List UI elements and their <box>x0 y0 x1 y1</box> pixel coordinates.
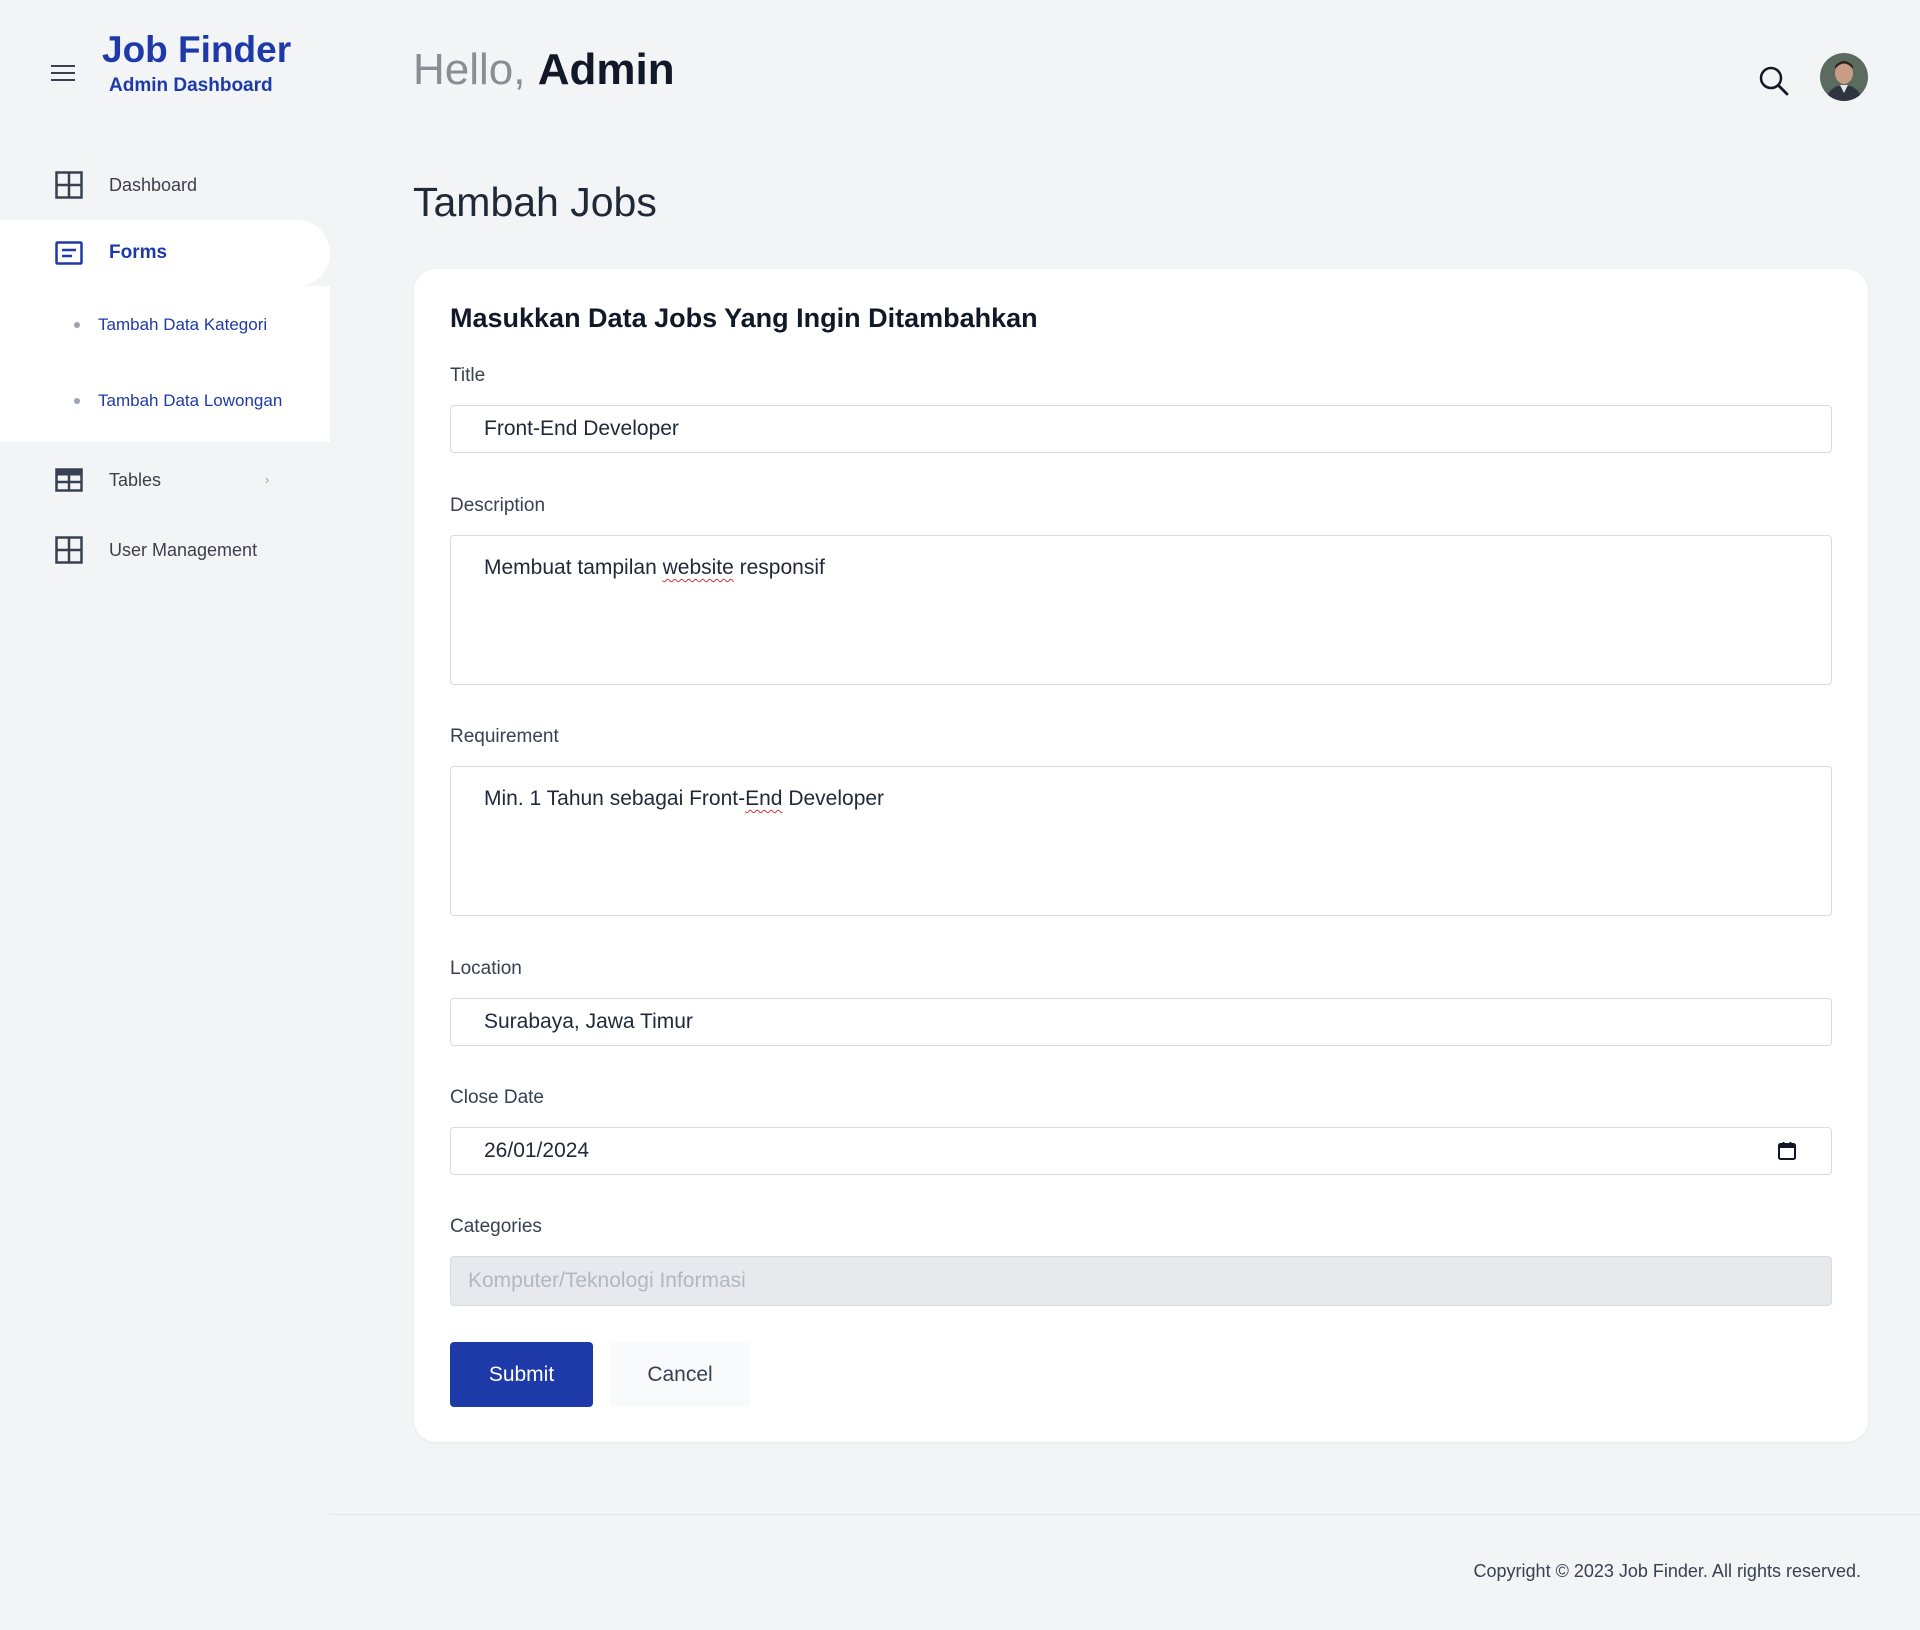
sidebar-subitem-tambah-data-lowongan[interactable]: Tambah Data Lowongan <box>0 366 330 436</box>
submit-button[interactable]: Submit <box>450 1342 593 1407</box>
categories-select: Komputer/Teknologi Informasi <box>450 1256 1832 1306</box>
requirement-text-part: Developer <box>782 787 885 810</box>
cancel-button[interactable]: Cancel <box>610 1342 750 1407</box>
sidebar-subitem-tambah-data-kategori[interactable]: Tambah Data Kategori <box>0 290 330 360</box>
form-icon <box>54 238 84 268</box>
avatar[interactable] <box>1820 53 1868 101</box>
sidebar-nav: Dashboard Forms Tambah Data Kategori Tam… <box>0 155 330 580</box>
grid-icon <box>54 535 84 565</box>
description-text-part: responsif <box>733 556 825 579</box>
sidebar-subitem-label: Tambah Data Kategori <box>98 315 268 334</box>
sidebar-item-label: Forms <box>109 242 168 263</box>
requirement-text-part: Min. 1 Tahun sebagai Front- <box>484 787 746 810</box>
hamburger-menu-icon[interactable] <box>50 62 76 84</box>
spellcheck-flagged-word: End <box>745 787 783 810</box>
footer-divider <box>330 1514 1920 1515</box>
close-date-input[interactable]: 26/01/2024 <box>450 1127 1832 1175</box>
bullet-dot <box>74 398 80 404</box>
sidebar-item-label: Tables <box>109 469 162 490</box>
sidebar-item-tables[interactable]: Tables › <box>0 450 330 510</box>
requirement-label: Requirement <box>450 726 559 747</box>
sidebar-item-label: Dashboard <box>109 174 198 195</box>
greeting: Hello, Admin <box>413 42 675 98</box>
table-icon <box>54 465 84 495</box>
description-label: Description <box>450 495 546 516</box>
footer-copyright: Copyright © 2023 Job Finder. All rights … <box>1473 1561 1861 1581</box>
sidebar-item-dashboard[interactable]: Dashboard <box>0 155 330 215</box>
brand-title[interactable]: Job Finder <box>102 28 291 72</box>
spellcheck-flagged-word: website <box>662 556 734 579</box>
categories-label: Categories <box>450 1216 542 1237</box>
brand: Job Finder Admin Dashboard <box>50 28 291 98</box>
description-text-part: Membuat tampilan <box>484 556 663 579</box>
forms-submenu: Tambah Data Kategori Tambah Data Lowonga… <box>0 286 330 442</box>
brand-text: Job Finder Admin Dashboard <box>102 28 291 98</box>
title-label: Title <box>450 365 486 386</box>
close-date-label: Close Date <box>450 1087 544 1108</box>
location-label: Location <box>450 958 522 979</box>
greeting-username: Admin <box>537 45 675 94</box>
search-icon[interactable] <box>1758 65 1790 97</box>
close-date-value: 26/01/2024 <box>484 1139 590 1162</box>
page-title: Tambah Jobs <box>413 179 657 225</box>
sidebar-item-label: User Management <box>109 539 258 560</box>
brand-subtitle: Admin Dashboard <box>109 75 273 96</box>
location-input[interactable]: Surabaya, Jawa Timur <box>450 998 1832 1046</box>
greeting-hello: Hello, <box>413 45 526 94</box>
sidebar-subitem-label: Tambah Data Lowongan <box>98 391 283 410</box>
chevron-right-icon: › <box>265 472 270 487</box>
sidebar: Job Finder Admin Dashboard Dashboard For… <box>0 0 330 1630</box>
title-input[interactable]: Front-End Developer <box>450 405 1832 453</box>
form-heading: Masukkan Data Jobs Yang Ingin Ditambahka… <box>450 303 1038 333</box>
bullet-dot <box>74 322 80 328</box>
grid-icon <box>54 170 84 200</box>
description-textarea[interactable]: Membuat tampilan website responsif <box>450 535 1832 685</box>
sidebar-item-user-management[interactable]: User Management <box>0 520 330 580</box>
job-form-card: Masukkan Data Jobs Yang Ingin Ditambahka… <box>414 269 1868 1442</box>
sidebar-item-forms[interactable]: Forms <box>0 220 330 286</box>
requirement-textarea[interactable]: Min. 1 Tahun sebagai Front-End Developer <box>450 766 1832 916</box>
calendar-icon[interactable] <box>1777 1141 1797 1161</box>
